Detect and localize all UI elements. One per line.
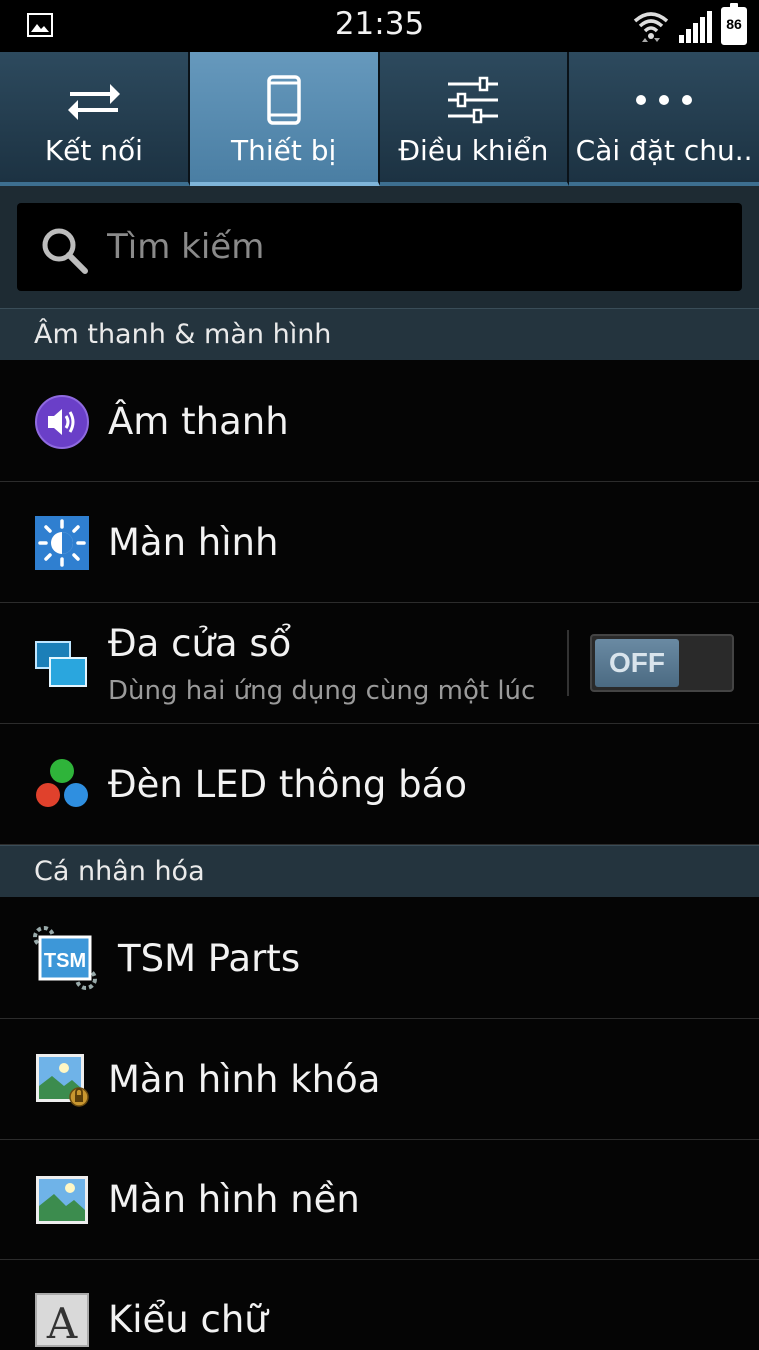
toggle-label: OFF — [595, 639, 679, 687]
font-icon-text: A — [46, 1299, 78, 1348]
item-title: Kiểu chữ — [108, 1298, 268, 1341]
divider — [567, 630, 569, 696]
wallpaper-icon — [36, 1176, 88, 1224]
tab-label: Kết nối — [44, 134, 143, 167]
list-item-lock-screen[interactable]: Màn hình khóa — [0, 1020, 759, 1140]
multi-window-toggle[interactable]: OFF — [590, 634, 734, 692]
tab-controls[interactable]: Điều khiển — [379, 52, 570, 186]
list-item-font-style[interactable]: A Kiểu chữ — [0, 1260, 759, 1350]
section-header-sound-display: Âm thanh & màn hình — [0, 308, 759, 360]
battery-icon: 86 — [721, 3, 747, 45]
status-bar: 21:35 86 — [0, 0, 759, 52]
phone-icon — [266, 75, 301, 125]
status-right-icons: 86 — [633, 3, 747, 46]
tab-label: Điều khiển — [398, 134, 549, 167]
list-item-wallpaper[interactable]: Màn hình nền — [0, 1140, 759, 1260]
list-item-multi-window[interactable]: Đa cửa sổ Dùng hai ứng dụng cùng một lúc… — [0, 604, 759, 724]
font-icon: A — [35, 1293, 89, 1348]
item-title: Đa cửa sổ — [108, 622, 292, 665]
more-dots-icon — [636, 95, 693, 105]
item-title: TSM Parts — [118, 937, 301, 980]
swap-arrows-icon — [67, 84, 120, 120]
list-item-sound[interactable]: Âm thanh — [0, 362, 759, 482]
wifi-icon — [633, 12, 669, 42]
tab-device[interactable]: Thiết bị — [189, 52, 380, 186]
search-icon — [42, 228, 88, 274]
tsm-icon-text: TSM — [44, 950, 86, 972]
led-dots-icon — [36, 759, 88, 807]
item-title: Màn hình — [108, 521, 279, 564]
tab-label: Thiết bị — [230, 134, 337, 167]
search-bar — [0, 186, 759, 308]
battery-level: 86 — [726, 16, 742, 32]
search-box[interactable] — [17, 203, 742, 291]
search-input[interactable] — [107, 203, 707, 291]
tsm-icon: TSM — [33, 926, 97, 990]
lockscreen-icon — [36, 1054, 89, 1107]
item-title: Đèn LED thông báo — [108, 763, 467, 806]
signal-icon — [679, 11, 712, 43]
speaker-icon — [35, 395, 89, 449]
item-title: Âm thanh — [108, 400, 289, 443]
tab-label: Cài đặt chu.. — [575, 134, 753, 167]
list-item-led-indicator[interactable]: Đèn LED thông báo — [0, 725, 759, 845]
settings-tabs: Kết nối Thiết bị Điều khiển Cài đặt chu.… — [0, 52, 759, 186]
list-item-display[interactable]: Màn hình — [0, 483, 759, 603]
sliders-icon — [448, 76, 499, 124]
brightness-icon — [35, 516, 89, 570]
multi-window-icon — [35, 641, 87, 687]
item-subtitle: Dùng hai ứng dụng cùng một lúc — [108, 676, 536, 706]
item-title: Màn hình nền — [108, 1178, 360, 1221]
tab-general-settings[interactable]: Cài đặt chu.. — [569, 52, 759, 186]
list-item-tsm-parts[interactable]: TSM TSM Parts — [0, 899, 759, 1019]
item-title: Màn hình khóa — [108, 1058, 381, 1101]
section-header-personalization: Cá nhân hóa — [0, 845, 759, 897]
tab-connections[interactable]: Kết nối — [0, 52, 190, 186]
